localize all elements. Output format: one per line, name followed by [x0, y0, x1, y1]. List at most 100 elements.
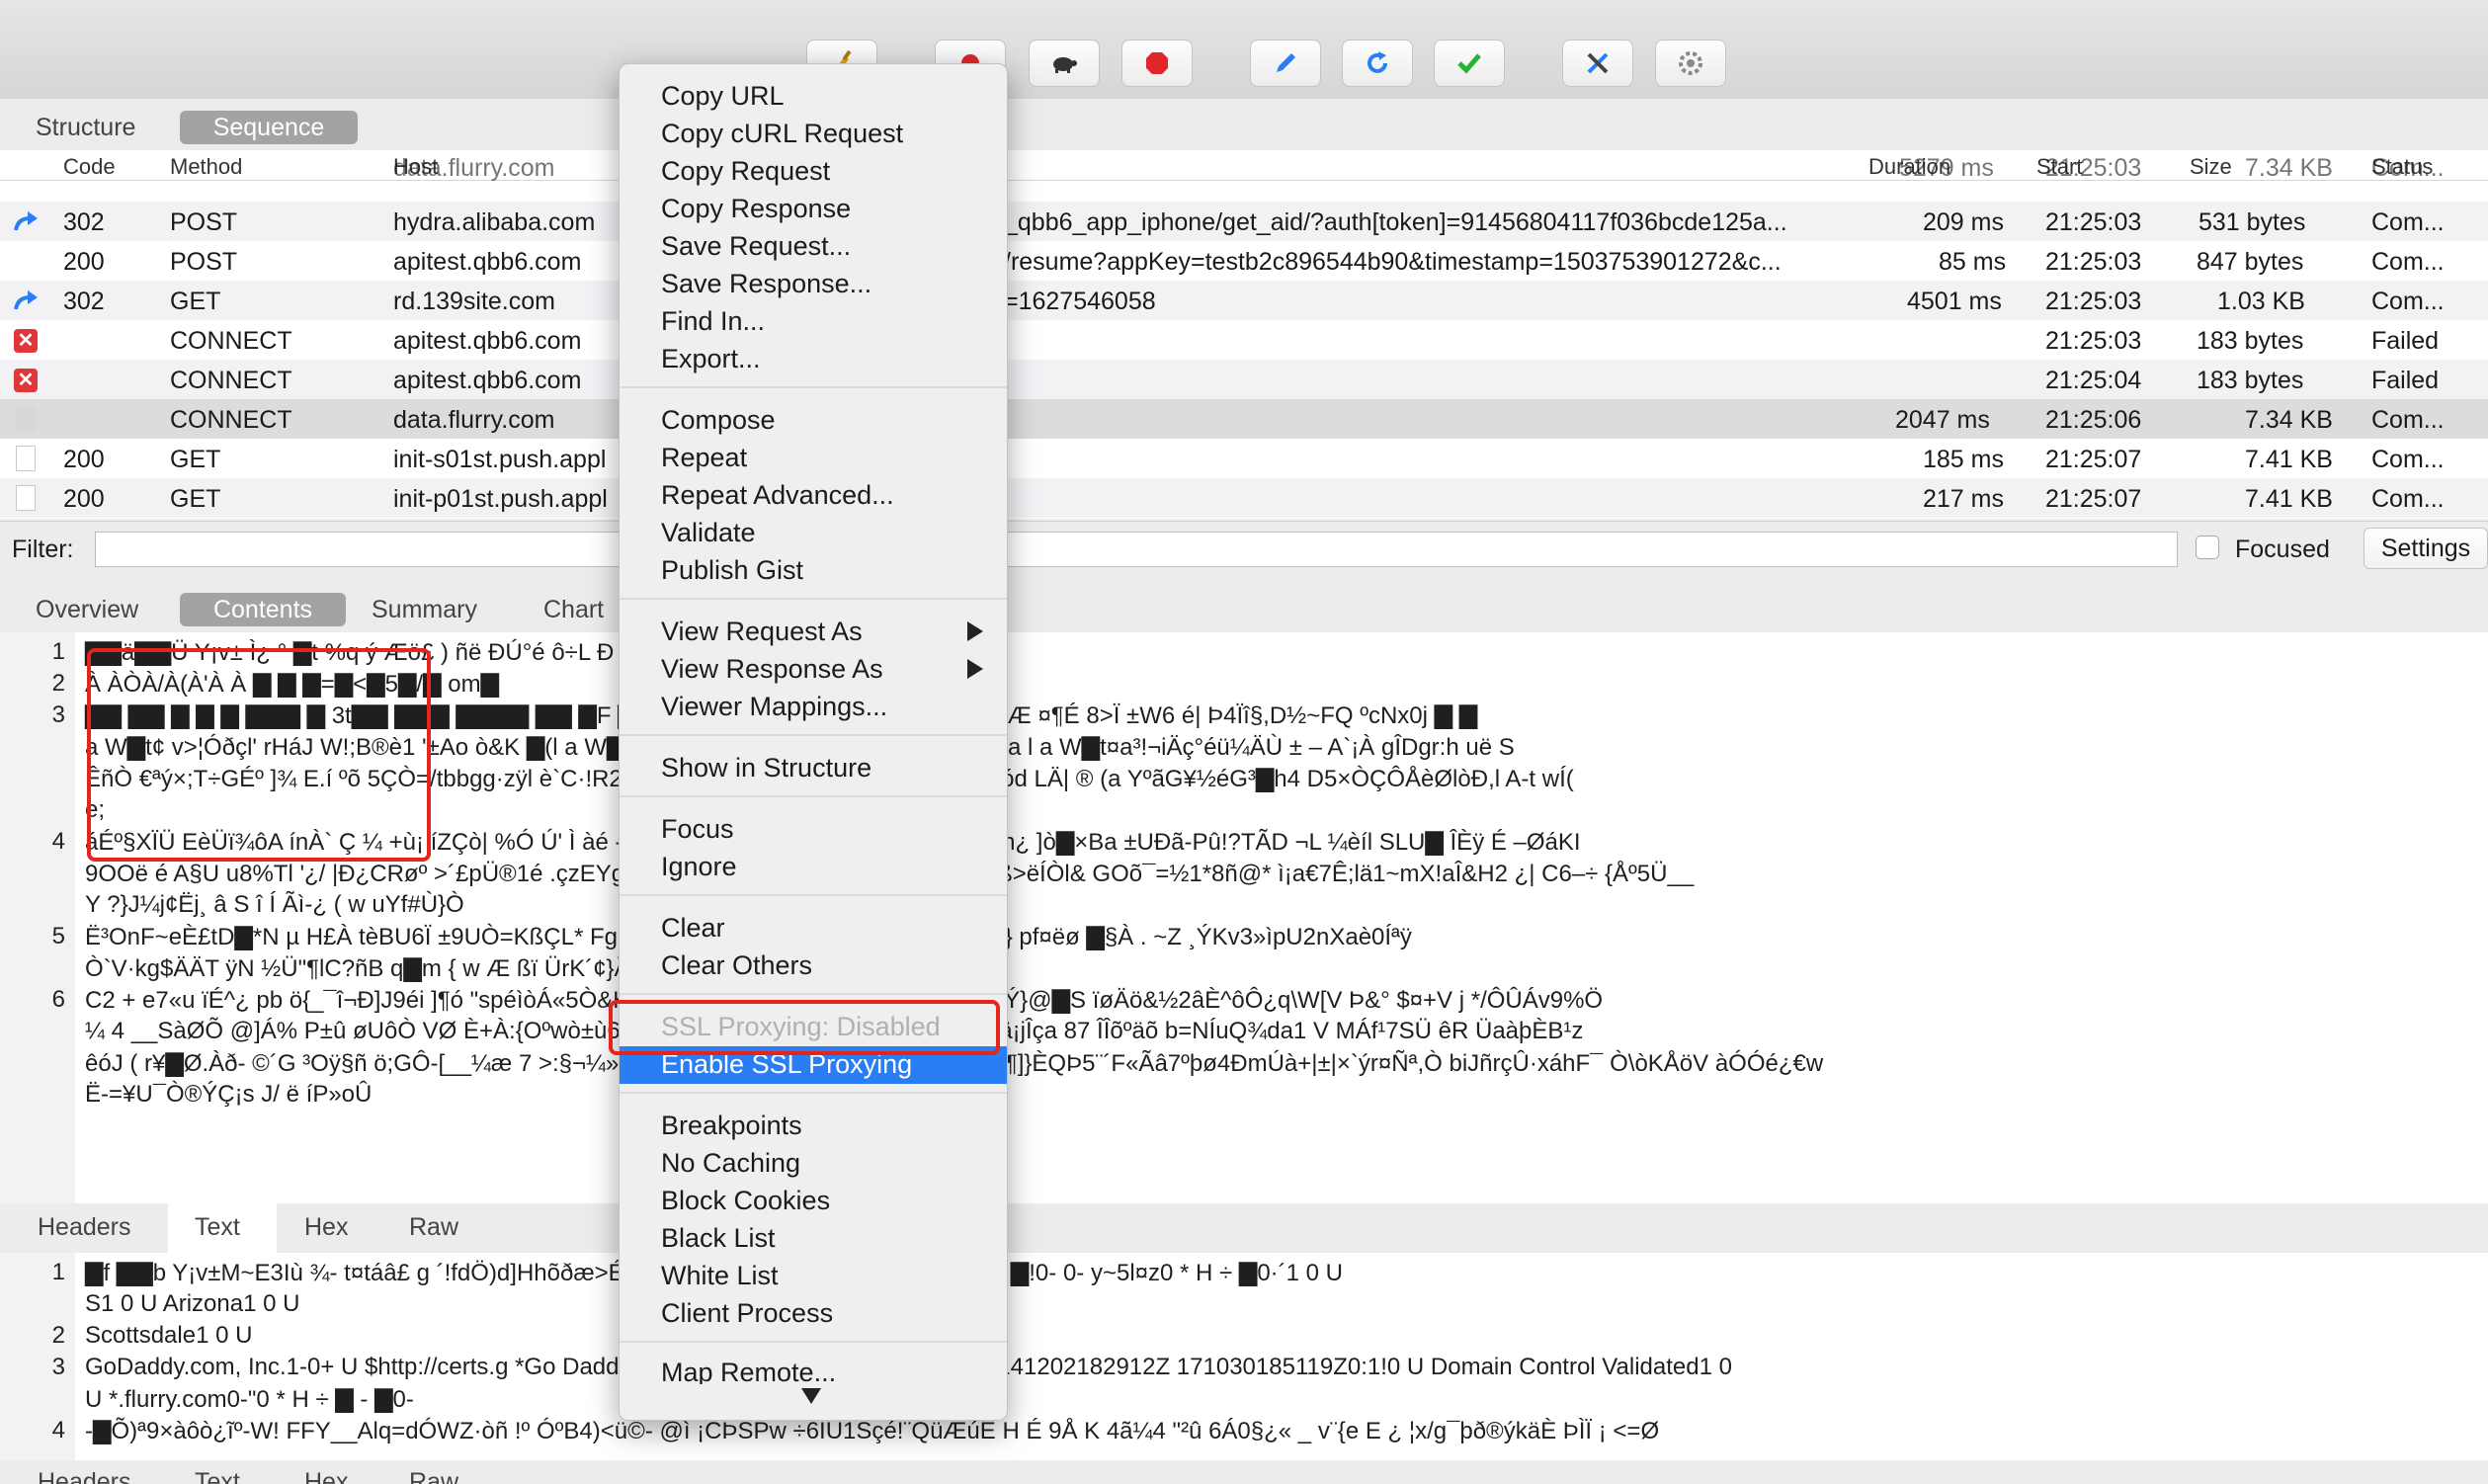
submenu-arrow-icon	[967, 659, 983, 679]
menu-item-validate[interactable]: Validate	[620, 515, 1007, 552]
menu-item-clear[interactable]: Clear	[620, 910, 1007, 948]
cell-size: 7.41 KB	[2245, 485, 2333, 513]
menu-item-map-remote[interactable]: Map Remote...	[620, 1355, 1007, 1384]
line-number: 2	[51, 1322, 65, 1349]
cell-size: 531 bytes	[2198, 208, 2306, 236]
menu-item-repeat[interactable]: Repeat	[620, 440, 1007, 477]
filter-label: Filter:	[12, 536, 74, 563]
table-row-selected[interactable]: CONNECT data.flurry.com 2047 ms 21:25:06…	[0, 399, 2488, 439]
cell-path: _qbb6_app_iphone/get_aid/?auth[token]=91…	[1004, 208, 1787, 236]
menu-separator	[620, 1092, 1007, 1094]
menu-item-no-caching[interactable]: No Caching	[620, 1145, 1007, 1183]
focused-checkbox[interactable]	[2196, 536, 2219, 559]
tab-text[interactable]: Text	[195, 1468, 240, 1484]
menu-item-repeat-advanced[interactable]: Repeat Advanced...	[620, 477, 1007, 515]
cell-method: POST	[170, 208, 238, 236]
stop-breakpoint-icon[interactable]	[1121, 40, 1193, 87]
cell-duration: 217 ms	[1923, 485, 2004, 513]
bottom-tab-bar: Headers Text Hex Raw	[0, 1460, 2488, 1484]
tab-headers[interactable]: Headers	[38, 1213, 131, 1242]
menu-separator	[620, 993, 1007, 995]
menu-item-focus[interactable]: Focus	[620, 811, 1007, 849]
cell-code: 302	[63, 208, 105, 236]
validate-check-icon[interactable]	[1434, 40, 1505, 87]
cell-host: data.flurry.com	[393, 154, 555, 182]
tab-sequence[interactable]: Sequence	[180, 111, 358, 144]
cell-start: 21:25:03	[2045, 327, 2142, 355]
tools-icon[interactable]	[1562, 40, 1633, 87]
table-row[interactable]: 302 POST hydra.alibaba.com _qbb6_app_iph…	[0, 202, 2488, 241]
tab-hex[interactable]: Hex	[304, 1468, 348, 1484]
body-line: U *.flurry.com0-"0 * H ÷ ▇ - ▇0-	[85, 1386, 414, 1413]
cell-host: rd.139site.com	[393, 288, 555, 315]
menu-item-ignore[interactable]: Ignore	[620, 849, 1007, 886]
table-row[interactable]: 302 GET rd.139site.com =1627546058 4501 …	[0, 281, 2488, 320]
line-number: 6	[51, 986, 65, 1013]
menu-item-black-list[interactable]: Black List	[620, 1220, 1007, 1258]
table-row[interactable]: 200 GET init-p01st.push.appl 217 ms 21:2…	[0, 478, 2488, 518]
cell-start: 21:25:07	[2045, 485, 2142, 513]
cell-host: apitest.qbb6.com	[393, 327, 582, 355]
tab-headers[interactable]: Headers	[38, 1468, 131, 1484]
menu-item-compose[interactable]: Compose	[620, 402, 1007, 440]
table-row[interactable]: ✕ CONNECT apitest.qbb6.com 21:25:03 183 …	[0, 320, 2488, 360]
menu-item-copy-request[interactable]: Copy Request	[620, 153, 1007, 191]
menu-item-client-process[interactable]: Client Process	[620, 1295, 1007, 1333]
cell-duration: 2047 ms	[1895, 406, 1990, 434]
menu-item-block-cookies[interactable]: Block Cookies	[620, 1183, 1007, 1220]
cell-size: 7.34 KB	[2245, 154, 2333, 182]
menu-item-copy-url[interactable]: Copy URL	[620, 78, 1007, 116]
redirect-arrow-icon	[14, 211, 38, 231]
cell-method: GET	[170, 288, 221, 315]
menu-item-copy-curl[interactable]: Copy cURL Request	[620, 116, 1007, 153]
menu-item-view-request-as[interactable]: View Request As	[620, 614, 1007, 651]
table-row[interactable]: 200 GET init-s01st.push.appl 185 ms 21:2…	[0, 439, 2488, 478]
settings-gear-icon[interactable]	[1655, 40, 1726, 87]
body-line: Ë-=¥U¯Ò®ÝÇ¡s J/ ë íP»oÛ	[85, 1081, 373, 1108]
menu-item-export[interactable]: Export...	[620, 341, 1007, 378]
cell-start: 21:25:03	[2045, 154, 2142, 182]
table-row-partial[interactable]: data.flurry.com 5279 ms 21:25:03 7.34 KB…	[0, 154, 2488, 200]
scroll-down-arrow-icon[interactable]	[801, 1388, 821, 1404]
menu-item-save-response[interactable]: Save Response...	[620, 266, 1007, 303]
filter-input[interactable]	[95, 532, 2178, 567]
tab-text[interactable]: Text	[195, 1213, 240, 1242]
cell-code: 200	[63, 446, 105, 473]
line-number: 4	[51, 1417, 65, 1443]
menu-item-viewer-mappings[interactable]: Viewer Mappings...	[620, 689, 1007, 726]
menu-item-copy-response[interactable]: Copy Response	[620, 191, 1007, 228]
cell-code: 200	[63, 485, 105, 513]
menu-item-save-request[interactable]: Save Request...	[620, 228, 1007, 266]
compose-pen-icon[interactable]	[1250, 40, 1321, 87]
menu-item-clear-others[interactable]: Clear Others	[620, 948, 1007, 985]
table-row[interactable]: 200 POST apitest.qbb6.com /resume?appKey…	[0, 241, 2488, 281]
table-row[interactable]: ✕ CONNECT apitest.qbb6.com 21:25:04 183 …	[0, 360, 2488, 399]
tab-structure[interactable]: Structure	[22, 111, 149, 144]
menu-item-white-list[interactable]: White List	[620, 1258, 1007, 1295]
tab-contents[interactable]: Contents	[180, 593, 346, 626]
cell-start: 21:25:04	[2045, 367, 2142, 394]
cell-status: Failed	[2371, 367, 2440, 394]
tab-raw[interactable]: Raw	[409, 1213, 458, 1242]
tab-hex[interactable]: Hex	[304, 1213, 348, 1242]
menu-item-find-in[interactable]: Find In...	[620, 303, 1007, 341]
repeat-refresh-icon[interactable]	[1342, 40, 1413, 87]
cell-path: /resume?appKey=testb2c896544b90&timestam…	[1004, 248, 1782, 276]
tab-summary[interactable]: Summary	[358, 593, 491, 626]
menu-item-show-in-structure[interactable]: Show in Structure	[620, 750, 1007, 787]
cell-status: Com...	[2371, 288, 2445, 315]
response-body-pane[interactable]: 1 2 3 4 ▇f ▇▇b Y¡v±M~E3Iù ¾- t¤táâ£ g ´!…	[0, 1253, 2488, 1460]
tab-chart[interactable]: Chart	[530, 593, 618, 626]
cell-size: 183 bytes	[2197, 327, 2304, 355]
menu-item-publish-gist[interactable]: Publish Gist	[620, 552, 1007, 590]
menu-item-view-response-as[interactable]: View Response As	[620, 651, 1007, 689]
body-line: S1 0 U Arizona1 0 U	[85, 1290, 300, 1317]
line-number: 3	[51, 701, 65, 728]
redirect-arrow-icon	[14, 290, 38, 310]
cell-host: hydra.alibaba.com	[393, 208, 596, 236]
tab-overview[interactable]: Overview	[22, 593, 152, 626]
tab-raw[interactable]: Raw	[409, 1468, 458, 1484]
settings-button[interactable]: Settings	[2364, 528, 2488, 569]
turtle-throttle-icon[interactable]	[1029, 40, 1100, 87]
menu-item-breakpoints[interactable]: Breakpoints	[620, 1108, 1007, 1145]
